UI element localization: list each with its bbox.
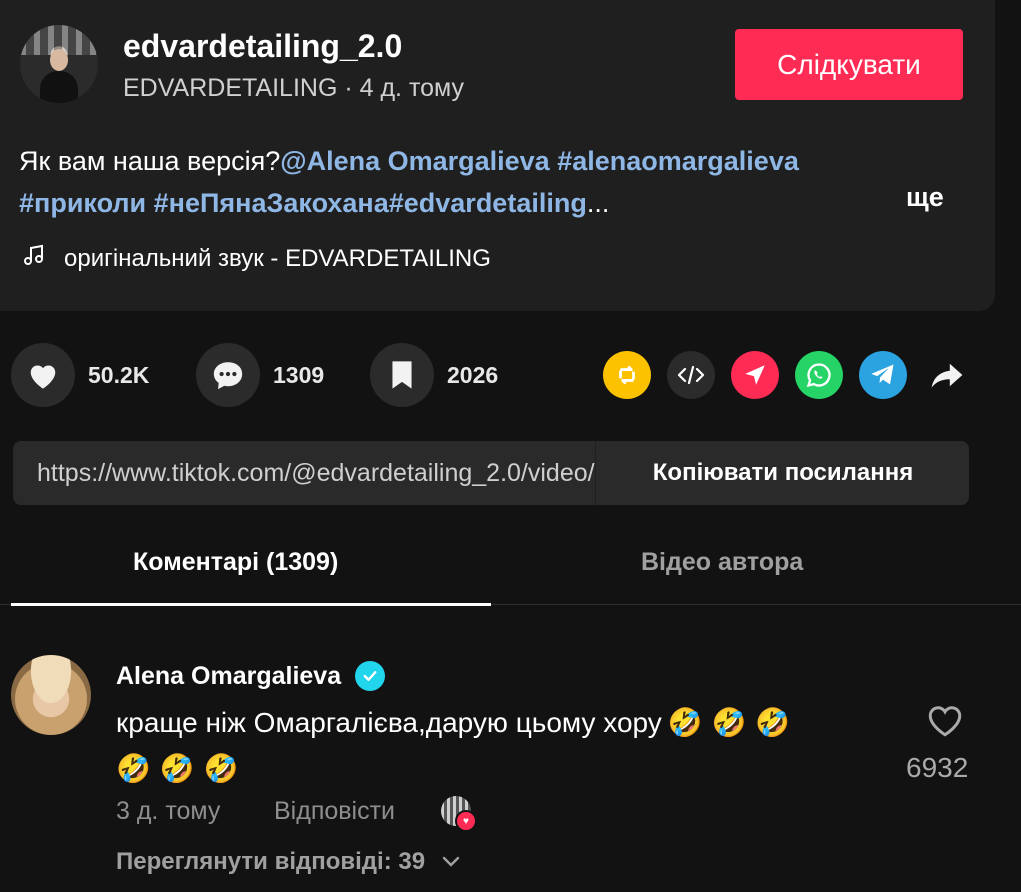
hashtag-link[interactable]: #alenaomargalieva	[550, 146, 799, 176]
comment-button[interactable]	[196, 343, 260, 407]
save-button[interactable]	[370, 343, 434, 407]
comment-like-button[interactable]	[925, 702, 967, 744]
commenter-name-row: Alena Omargalieva	[116, 661, 386, 691]
author-avatar[interactable]	[20, 25, 98, 103]
chevron-down-icon	[442, 856, 460, 867]
copy-link-button[interactable]: Копіювати посилання	[595, 441, 970, 505]
sound-link[interactable]: оригінальний звук - EDVARDETAILING	[22, 243, 491, 274]
like-button[interactable]	[11, 343, 75, 407]
heart-icon	[30, 365, 56, 389]
like-count: 50.2K	[88, 361, 150, 388]
comment-count: 1309	[273, 361, 325, 388]
hashtag-link[interactable]: #приколи	[19, 188, 146, 218]
emoji-rofl-group: 🤣 🤣 🤣	[116, 752, 239, 785]
video-info-card: edvardetailing_2.0 EDVARDETAILING · 4 д.…	[0, 0, 995, 311]
music-note-icon	[22, 243, 52, 274]
reply-button[interactable]: Відповісти	[274, 797, 395, 826]
creator-liked-avatar: ♥	[441, 796, 477, 832]
avatar-hair	[11, 655, 91, 735]
share-icon[interactable]	[923, 351, 971, 399]
heart-icon: ♥	[455, 810, 477, 832]
hashtag-link[interactable]: #edvardetailing	[389, 188, 587, 218]
send-icon[interactable]	[731, 351, 779, 399]
comment-time: 3 д. тому	[116, 797, 221, 825]
tab-active-indicator	[11, 603, 491, 606]
author-username[interactable]: edvardetailing_2.0	[123, 28, 402, 65]
more-button[interactable]: ще	[906, 182, 944, 213]
view-replies-label: Переглянути відповіді: 39	[116, 848, 426, 875]
repost-icon[interactable]	[603, 351, 651, 399]
telegram-icon[interactable]	[859, 351, 907, 399]
verified-badge-icon	[355, 661, 386, 691]
embed-icon[interactable]	[667, 351, 715, 399]
hashtag-link[interactable]: #неПянаЗакохана	[146, 188, 389, 218]
commenter-name[interactable]: Alena Omargalieva	[116, 662, 341, 691]
commenter-avatar[interactable]	[11, 655, 91, 735]
save-stat: 2026	[370, 343, 498, 407]
description-text: Як вам наша версія?	[19, 146, 281, 176]
share-link-box: https://www.tiktok.com/@edvardetailing_2…	[13, 441, 969, 505]
bookmark-icon	[392, 361, 412, 389]
author-nickname[interactable]: EDVARDETAILING	[123, 74, 337, 102]
follow-button[interactable]: Слідкувати	[735, 29, 963, 100]
emoji-rofl-group: 🤣 🤣 🤣	[667, 706, 791, 739]
separator: ·	[337, 74, 360, 102]
video-description: Як вам наша версія?@Alena Omargalieva #a…	[19, 140, 979, 224]
save-count: 2026	[447, 361, 499, 388]
sound-label: оригінальний звук - EDVARDETAILING	[64, 244, 491, 272]
like-stat: 50.2K	[11, 343, 149, 407]
avatar-body	[40, 71, 78, 103]
comment-body: краще ніж Омаргалієва,дарую цьому хору	[116, 707, 662, 738]
comment-icon	[213, 362, 243, 390]
comment-like-count: 6932	[906, 752, 969, 783]
avatar-face	[50, 49, 68, 71]
tab-author-videos[interactable]: Відео автора	[641, 548, 803, 577]
author-subline: EDVARDETAILING · 4 д. тому	[123, 74, 464, 103]
whatsapp-icon[interactable]	[795, 351, 843, 399]
comment-text: краще ніж Омаргалієва,дарую цьому хору 🤣 …	[116, 700, 876, 792]
view-replies-button[interactable]: Переглянути відповіді: 39	[116, 848, 461, 876]
comment-stat: 1309	[196, 343, 324, 407]
post-time: 4 д. тому	[359, 74, 464, 102]
description-ellipsis: ...	[586, 188, 610, 218]
mention-link[interactable]: @Alena Omargalieva	[280, 146, 549, 176]
tab-comments[interactable]: Коментарі (1309)	[133, 548, 338, 577]
heart-outline-icon	[928, 706, 962, 737]
share-link-url[interactable]: https://www.tiktok.com/@edvardetailing_2…	[37, 441, 597, 505]
